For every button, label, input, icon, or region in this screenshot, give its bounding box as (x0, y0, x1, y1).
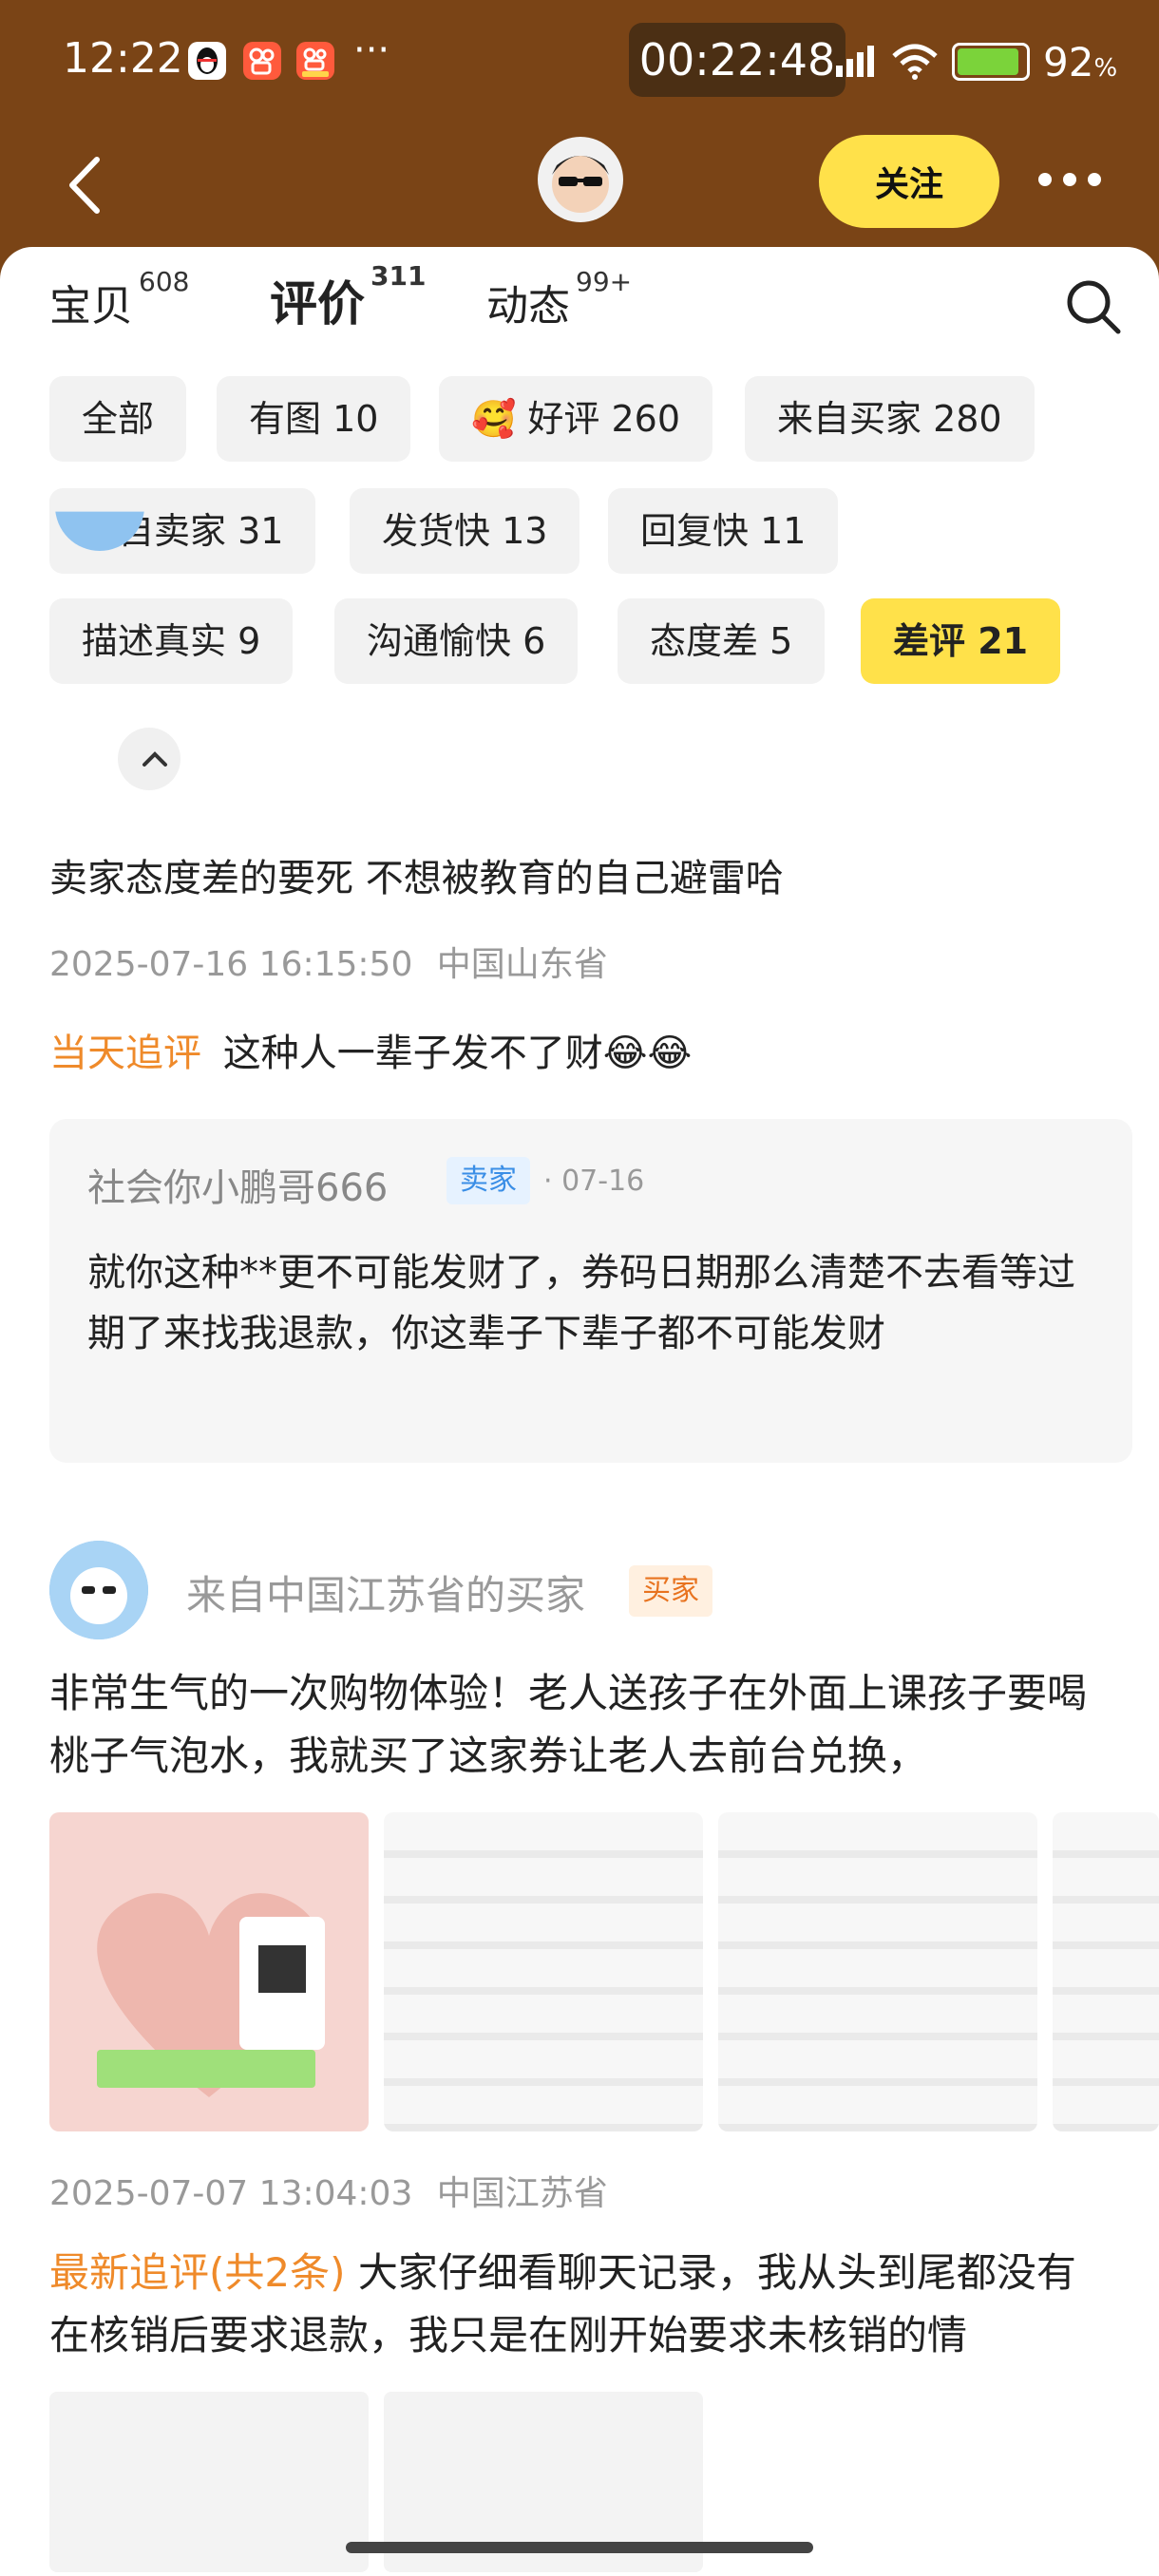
smile-icon: 🥰 (471, 398, 517, 440)
reply-date: · 07-16 (543, 1165, 645, 1198)
status-indicators: 92% (836, 38, 1117, 85)
review-image[interactable] (718, 1812, 1037, 2131)
filter-positive[interactable]: 🥰 好评 260 (439, 376, 713, 462)
filter-fast-shipping[interactable]: 发货快 13 (350, 488, 580, 574)
tab-label: 评价 (270, 276, 365, 331)
content-sheet: 宝贝608 评价311 动态99+ 全部 有图 10 🥰 好评 260 来自买家… (0, 247, 1159, 2576)
tab-label: 宝贝 (49, 282, 133, 331)
qq-icon (188, 42, 226, 80)
more-icon (1038, 173, 1101, 186)
reply-text: 就你这种**更不可能发财了，券码日期那么清楚不去看等过期了来找我退款，你这辈子下… (87, 1251, 1075, 1355)
reviewer-avatar[interactable] (49, 1541, 148, 1639)
followup-image[interactable] (49, 2392, 369, 2572)
more-options-button[interactable] (1032, 156, 1108, 203)
kuaishou-icon (243, 42, 281, 80)
followup-label: 最新追评(共2条) (49, 2249, 346, 2296)
follow-button[interactable]: 关注 (819, 135, 999, 228)
followup-review: 当天追评 这种人一辈子发不了财😂😂 (49, 1022, 692, 1077)
tab-count: 311 (370, 260, 427, 292)
review-date: 2025-07-16 16:15:50 (49, 945, 413, 984)
filter-all[interactable]: 全部 (49, 376, 187, 462)
tab-reviews[interactable]: 评价311 (270, 260, 426, 336)
followup-review: 最新追评(共2条) 大家仔细看聊天记录，我从头到尾都没有在核销后要求退款，我只是… (49, 2242, 1113, 2367)
kuaishou-lite-icon (296, 42, 334, 80)
filter-accurate-description[interactable]: 描述真实 9 (49, 598, 294, 684)
filter-negative[interactable]: 差评 21 (861, 598, 1061, 684)
search-icon (1067, 280, 1121, 334)
battery-icon (952, 43, 1030, 81)
review-location: 中国山东省 (436, 945, 608, 984)
review-text: 非常生气的一次购物体验！老人送孩子在外面上课孩子要喝桃子气泡水，我就买了这家券让… (49, 1670, 1088, 1779)
tab-updates[interactable]: 动态99+ (486, 266, 632, 332)
review-image[interactable] (49, 1812, 369, 2131)
signal-icon (836, 46, 874, 77)
shop-avatar[interactable] (538, 137, 623, 222)
seller-badge: 卖家 (446, 1157, 530, 1204)
status-time: 12:22 (63, 34, 183, 83)
seller-name: 社会你小鹏哥666 (87, 1166, 389, 1210)
tab-label: 动态 (486, 282, 570, 331)
seller-reply: 社会你小鹏哥666 卖家 · 07-16 就你这种**更不可能发财了，券码日期那… (49, 1119, 1132, 1463)
tab-count: 608 (139, 266, 190, 297)
filter-from-buyers[interactable]: 来自买家 280 (745, 376, 1035, 462)
chevron-left-icon (69, 157, 100, 214)
followup-label: 当天追评 (49, 1032, 201, 1075)
more-notifications-icon: ··· (353, 28, 390, 72)
buyer-name: 来自中国江苏省的买家 (186, 1572, 586, 1619)
buyer-badge: 买家 (629, 1565, 712, 1617)
shop-header: 关注 (0, 123, 1159, 247)
filter-label: 好评 260 (527, 398, 681, 440)
followup-text: 这种人一辈子发不了财😂😂 (222, 1032, 693, 1075)
review-meta: 2025-07-07 13:04:03 中国江苏省 (49, 2166, 608, 2215)
wifi-icon (892, 44, 938, 80)
screen-recording-timer: 00:22:48 (629, 23, 846, 97)
review-image[interactable] (1053, 1812, 1159, 2131)
review-image[interactable] (384, 1812, 703, 2131)
review-location: 中国江苏省 (436, 2174, 608, 2213)
tab-count: 99+ (576, 266, 633, 297)
search-button[interactable] (1064, 277, 1123, 336)
filter-fast-reply[interactable]: 回复快 11 (608, 488, 839, 574)
filter-pleasant-communication[interactable]: 沟通愉快 6 (334, 598, 579, 684)
chevron-up-icon (142, 751, 167, 767)
back-button[interactable] (55, 152, 122, 218)
tab-items[interactable]: 宝贝608 (49, 266, 189, 332)
review-date: 2025-07-07 13:04:03 (49, 2174, 413, 2213)
review-text: 卖家态度差的要死 不想被教育的自己避雷哈 (49, 857, 784, 900)
status-bar: 12:22 ··· 00:22:48 92% (0, 0, 1159, 123)
battery-percent: 92% (1043, 38, 1118, 85)
home-indicator[interactable] (346, 2542, 813, 2553)
review-meta: 2025-07-16 16:15:50 中国山东省 (49, 937, 608, 986)
filter-with-images[interactable]: 有图 10 (217, 376, 411, 462)
filter-bad-attitude[interactable]: 态度差 5 (618, 598, 826, 684)
collapse-button[interactable] (118, 728, 180, 790)
